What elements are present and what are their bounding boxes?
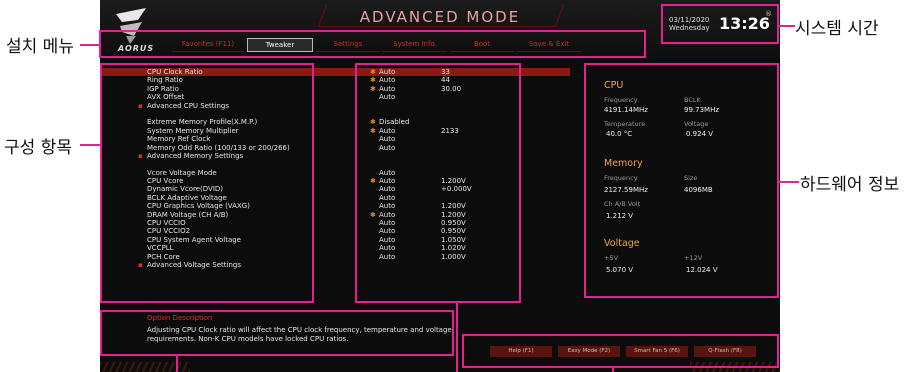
callout-config-items: 구성 항목 [4, 138, 72, 158]
highlight-setup-menu [99, 30, 646, 58]
highlight-hardware-info [584, 63, 779, 298]
highlight-config-labels [100, 63, 314, 303]
callout-system-time: 시스템 시간 [795, 19, 879, 39]
callout-setup-menu: 설치 메뉴 [6, 37, 74, 57]
callout-line-config-items [80, 144, 100, 146]
callout-hardware-info: 하드웨어 정보 [800, 175, 900, 195]
callout-line-system-time [779, 25, 795, 27]
highlight-config-values [355, 63, 521, 303]
highlight-buttons [462, 334, 779, 368]
callout-line-hardware-info [779, 181, 799, 183]
callout-line-values [456, 303, 458, 372]
callout-line-buttons [612, 368, 614, 372]
callout-line-setup-menu [80, 44, 100, 46]
callout-line-description [176, 356, 178, 372]
highlight-description [100, 310, 454, 356]
highlight-system-time [661, 4, 779, 44]
